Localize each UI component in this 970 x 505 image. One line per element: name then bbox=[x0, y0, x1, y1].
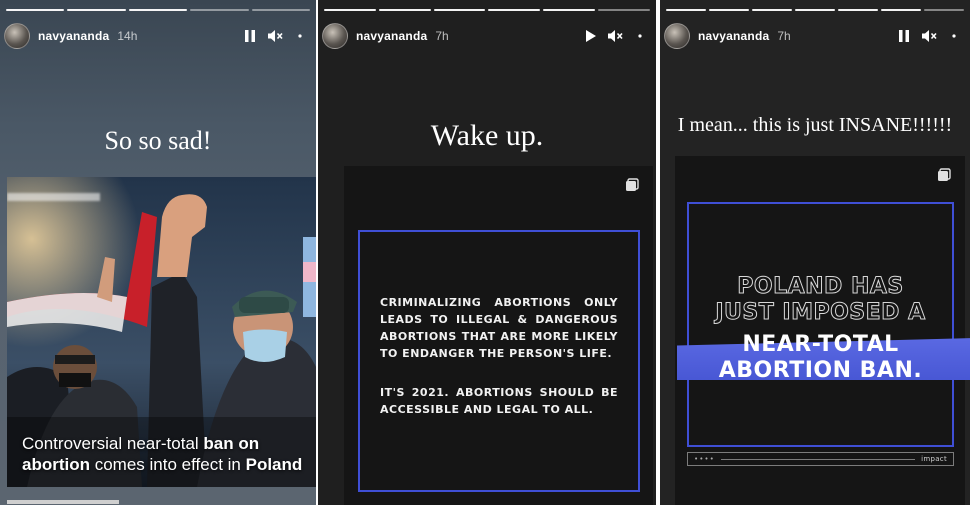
headline-emphasis: Poland bbox=[245, 455, 303, 474]
headline-frame: POLAND HAS JUST IMPOSED A NEAR-TOTAL ABO… bbox=[677, 202, 970, 447]
link-bar bbox=[7, 500, 119, 504]
progress-segment bbox=[378, 9, 431, 11]
story-panel-1[interactable]: navyananda 14h So so sad! Controversial … bbox=[0, 0, 316, 505]
username[interactable]: navyananda bbox=[38, 29, 109, 43]
headline-text: comes into effect in bbox=[90, 455, 246, 474]
story-header: navyananda 7h bbox=[664, 22, 966, 50]
story-header: navyananda 7h bbox=[322, 22, 652, 50]
story-controls bbox=[242, 28, 312, 44]
progress-segment bbox=[598, 9, 650, 11]
story-progress-bar bbox=[324, 9, 650, 11]
statement-paragraph: CRIMINALIZING ABORTIONS ONLY LEADS TO IL… bbox=[380, 296, 618, 360]
carousel-icon bbox=[937, 168, 951, 182]
shared-post-card[interactable]: POLAND HAS JUST IMPOSED A NEAR-TOTAL ABO… bbox=[675, 156, 970, 505]
story-controls bbox=[582, 28, 652, 44]
progress-segment bbox=[709, 9, 749, 11]
story-caption: So so sad! bbox=[104, 126, 212, 155]
news-card[interactable]: Controversial near-total ban on abortion… bbox=[7, 177, 316, 487]
footer-dots: •••• bbox=[694, 455, 715, 463]
story-header: navyananda 14h bbox=[4, 22, 312, 50]
mute-icon[interactable] bbox=[607, 28, 623, 44]
brand-footer: •••• impact bbox=[687, 452, 954, 466]
more-icon[interactable] bbox=[292, 28, 308, 44]
footer-divider bbox=[720, 458, 916, 460]
progress-segment bbox=[433, 9, 486, 11]
story-controls bbox=[896, 28, 966, 44]
story-panel-3[interactable]: navyananda 7h I mean... this is just INS… bbox=[660, 0, 970, 505]
avatar[interactable] bbox=[4, 23, 30, 49]
story-panel-2[interactable]: navyananda 7h Wake up. CRIMINALIZING ABO… bbox=[318, 0, 656, 505]
progress-segment bbox=[67, 9, 126, 11]
headline-text: Controversial near-total bbox=[22, 434, 204, 453]
outline-headline-line: JUST IMPOSED A bbox=[715, 300, 926, 326]
play-icon[interactable] bbox=[582, 28, 598, 44]
post-time: 7h bbox=[435, 29, 449, 43]
progress-segment bbox=[324, 9, 376, 11]
progress-segment bbox=[881, 9, 921, 11]
more-icon[interactable] bbox=[632, 28, 648, 44]
username[interactable]: navyananda bbox=[698, 29, 769, 43]
avatar[interactable] bbox=[664, 23, 690, 49]
outline-headline-line: POLAND HAS bbox=[737, 274, 904, 300]
pause-icon[interactable] bbox=[896, 28, 912, 44]
mute-icon[interactable] bbox=[267, 28, 283, 44]
story-caption: Wake up. bbox=[430, 119, 544, 152]
progress-segment bbox=[752, 9, 792, 11]
story-progress-bar bbox=[666, 9, 964, 11]
progress-segment bbox=[488, 9, 541, 11]
statement-paragraph: IT'S 2021. ABORTIONS SHOULD BE ACCESSIBL… bbox=[380, 386, 618, 416]
progress-segment bbox=[128, 9, 188, 11]
progress-segment bbox=[666, 9, 706, 11]
blurred-label bbox=[7, 193, 100, 201]
story-caption: I mean... this is just INSANE!!!!!! bbox=[677, 114, 953, 136]
progress-segment bbox=[795, 9, 835, 11]
progress-segment bbox=[924, 9, 964, 11]
carousel-icon bbox=[625, 178, 639, 192]
progress-segment bbox=[6, 9, 65, 11]
highlight-headline-line: ABORTION BAN. bbox=[718, 358, 923, 383]
progress-segment bbox=[190, 9, 249, 11]
progress-segment bbox=[251, 9, 311, 11]
more-icon[interactable] bbox=[946, 28, 962, 44]
highlight-headline-line: NEAR-TOTAL bbox=[742, 332, 899, 357]
shared-post-card[interactable]: CRIMINALIZING ABORTIONS ONLY LEADS TO IL… bbox=[344, 166, 653, 505]
statement-frame: CRIMINALIZING ABORTIONS ONLY LEADS TO IL… bbox=[358, 230, 640, 492]
post-time: 7h bbox=[777, 29, 791, 43]
progress-segment bbox=[543, 9, 596, 11]
story-progress-bar bbox=[6, 9, 311, 11]
mute-icon[interactable] bbox=[921, 28, 937, 44]
news-headline[interactable]: Controversial near-total ban on abortion… bbox=[22, 433, 304, 475]
username[interactable]: navyananda bbox=[356, 29, 427, 43]
progress-segment bbox=[838, 9, 878, 11]
pause-icon[interactable] bbox=[242, 28, 258, 44]
avatar[interactable] bbox=[322, 23, 348, 49]
post-time: 14h bbox=[117, 29, 138, 43]
brand-label: impact bbox=[921, 455, 947, 463]
